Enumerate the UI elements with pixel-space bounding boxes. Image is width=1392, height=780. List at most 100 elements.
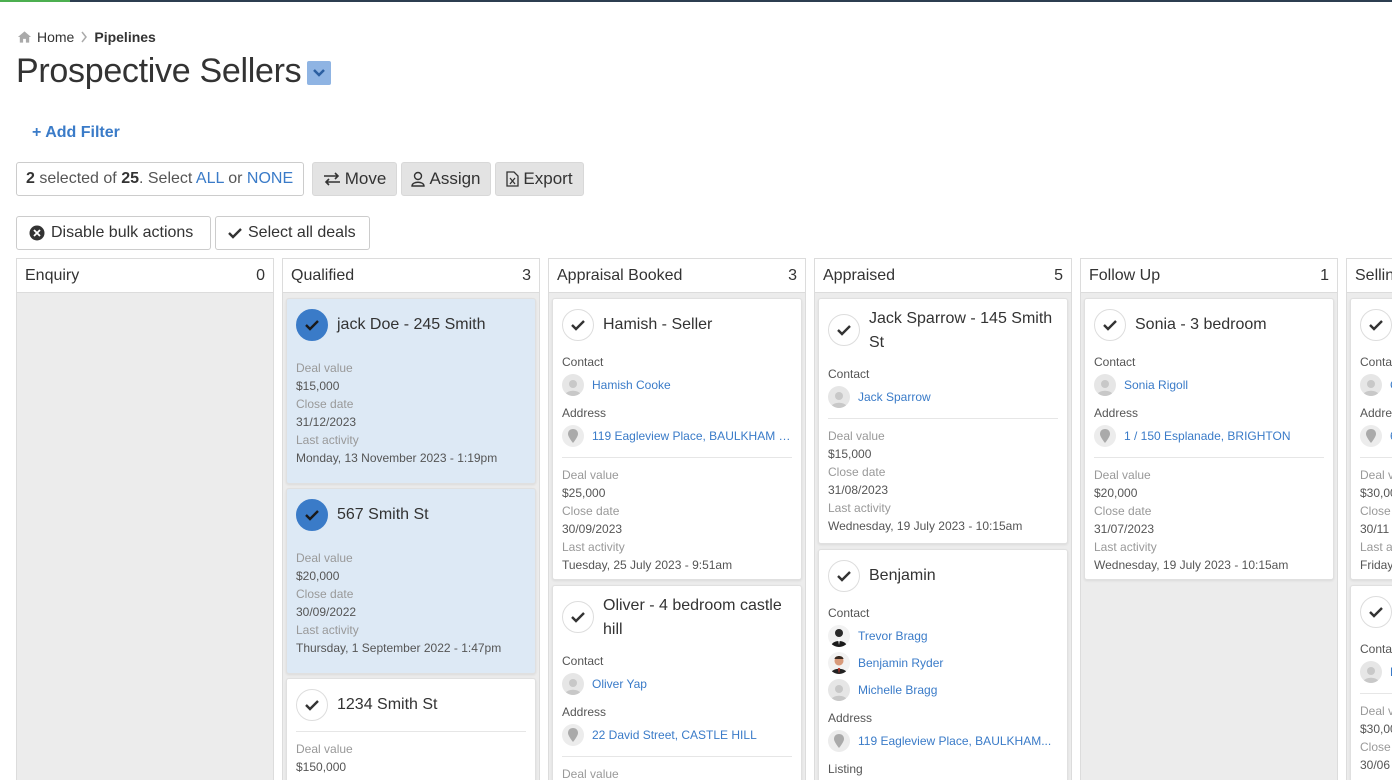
select-checkbox[interactable]	[828, 314, 860, 346]
deal-title[interactable]: 1234 Smith St	[337, 693, 438, 717]
address-text[interactable]: 119 Eagleview Place, BAULKHAM...	[858, 734, 1051, 748]
check-icon	[571, 320, 585, 331]
check-icon	[305, 320, 319, 331]
user-icon	[411, 171, 426, 187]
contact-name[interactable]: Benjamin Ryder	[858, 656, 943, 670]
home-icon[interactable]	[17, 30, 32, 44]
address-text[interactable]: 22 David Street, CASTLE HILL	[592, 728, 757, 742]
excel-file-icon	[506, 171, 520, 187]
contact-link[interactable]: Oliver Yap	[562, 670, 792, 697]
deal-card[interactable]: Sonia - 3 bedroom Contact Sonia Rigoll A…	[1084, 298, 1334, 580]
avatar-icon	[828, 624, 850, 647]
address-link[interactable]: 22 David Street, CASTLE HILL	[562, 721, 792, 748]
breadcrumb-current: Pipelines	[94, 29, 156, 45]
address-label: Address	[562, 406, 607, 420]
check-icon	[228, 228, 242, 239]
deal-title[interactable]: Sonia - 3 bedroom	[1135, 313, 1267, 337]
selection-text: selected of	[34, 170, 122, 187]
contact-link[interactable]: Benjamin Ryder	[828, 649, 1058, 676]
deal-title[interactable]: 567 Smith St	[337, 503, 429, 527]
deal-card[interactable]: 1234 Smith St Deal value $150,000	[286, 678, 536, 780]
contact-link[interactable]: E	[1360, 658, 1392, 685]
deal-value: $30,00	[1360, 486, 1392, 500]
address-link[interactable]: 6	[1360, 422, 1392, 449]
last-activity-label: Last a	[1360, 540, 1392, 554]
contact-link[interactable]: Jack Sparrow	[828, 383, 1058, 410]
assign-button[interactable]: Assign	[401, 162, 491, 196]
select-checkbox[interactable]	[296, 689, 328, 721]
select-none-link[interactable]: NONE	[247, 170, 293, 187]
contact-link[interactable]: C	[1360, 371, 1392, 398]
last-activity: Thursday, 1 September 2022 - 1:47pm	[296, 641, 502, 655]
close-date: 30/06	[1360, 758, 1391, 772]
deal-card[interactable]: Jack Sparrow - 145 Smith St Contact Jack…	[818, 298, 1068, 544]
selection-text: or	[223, 170, 247, 187]
address-link[interactable]: 119 Eagleview Place, BAULKHAM...	[828, 727, 1058, 754]
contact-name[interactable]: Michelle Bragg	[858, 683, 937, 697]
close-date-label: Close date	[828, 465, 886, 479]
contact-name[interactable]: Trevor Bragg	[858, 629, 928, 643]
contact-link[interactable]: Trevor Bragg	[828, 622, 1058, 649]
page-title: Prospective Sellers	[16, 52, 302, 90]
deal-card[interactable]: Conta E Deal v $30,00 Close 30/06	[1350, 585, 1392, 780]
contact-name[interactable]: Jack Sparrow	[858, 390, 931, 404]
selection-summary: 2 selected of 25. Select ALL or NONE	[16, 162, 304, 196]
deal-card[interactable]: Benjamin Contact Trevor Bragg Benjamin R…	[818, 549, 1068, 780]
select-all-deals-button[interactable]: Select all deals	[215, 216, 370, 250]
column-count: 5	[1054, 266, 1063, 284]
export-button[interactable]: Export	[495, 162, 584, 196]
address-link[interactable]: 119 Eagleview Place, BAULKHAM H...	[562, 422, 792, 449]
close-date-label: Close date	[562, 504, 620, 518]
add-filter-button[interactable]: + Add Filter	[32, 124, 120, 142]
close-date-label: Close	[1360, 740, 1391, 754]
select-checkbox[interactable]	[1360, 309, 1392, 341]
arrows-icon	[323, 172, 340, 186]
column-selling: Sellin Conta C Addre 6 Deal v $30,00 Clo…	[1346, 258, 1392, 780]
deal-value-label: Deal value	[1094, 468, 1151, 482]
contact-name[interactable]: Hamish Cooke	[592, 378, 671, 392]
select-checkbox[interactable]	[1094, 309, 1126, 341]
column-title: Appraised	[823, 266, 896, 284]
address-link[interactable]: 1 / 150 Esplanade, BRIGHTON	[1094, 422, 1324, 449]
pipeline-dropdown-button[interactable]	[307, 61, 331, 85]
contact-link[interactable]: Michelle Bragg	[828, 676, 1058, 703]
deal-title[interactable]: Hamish - Seller	[603, 313, 712, 337]
close-date-label: Close date	[1094, 504, 1152, 518]
divider	[1360, 693, 1392, 694]
select-checkbox[interactable]	[828, 560, 860, 592]
deal-title[interactable]: Oliver - 4 bedroom castle hill	[603, 594, 792, 642]
map-pin-icon	[1360, 424, 1382, 447]
address-text[interactable]: 119 Eagleview Place, BAULKHAM H...	[592, 429, 792, 443]
disable-bulk-actions-button[interactable]: Disable bulk actions	[16, 216, 211, 250]
select-all-link[interactable]: ALL	[196, 170, 224, 187]
map-pin-icon	[562, 424, 584, 447]
deal-title[interactable]: jack Doe - 245 Smith	[337, 313, 486, 337]
select-checkbox[interactable]	[562, 309, 594, 341]
deal-title[interactable]: Jack Sparrow - 145 Smith St	[869, 307, 1058, 355]
contact-name[interactable]: Sonia Rigoll	[1124, 378, 1188, 392]
avatar-icon	[828, 651, 850, 674]
contact-link[interactable]: Hamish Cooke	[562, 371, 792, 398]
select-checkbox[interactable]	[562, 601, 594, 633]
deal-card[interactable]: Hamish - Seller Contact Hamish Cooke Add…	[552, 298, 802, 580]
column-header: Enquiry 0	[17, 259, 273, 293]
deal-title[interactable]: Benjamin	[869, 564, 936, 588]
select-checkbox[interactable]	[296, 499, 328, 531]
column-count: 3	[788, 266, 797, 284]
deal-card[interactable]: Conta C Addre 6 Deal v $30,00 Close 30/1…	[1350, 298, 1392, 580]
select-checkbox[interactable]	[1360, 596, 1392, 628]
select-checkbox[interactable]	[296, 309, 328, 341]
deal-card[interactable]: Oliver - 4 bedroom castle hill Contact O…	[552, 585, 802, 780]
check-icon	[837, 571, 851, 582]
top-bar	[0, 0, 1392, 2]
breadcrumb-home[interactable]: Home	[37, 29, 74, 45]
contact-link[interactable]: Sonia Rigoll	[1094, 371, 1324, 398]
deal-card[interactable]: jack Doe - 245 Smith Deal value $15,000 …	[286, 298, 536, 484]
contact-name[interactable]: Oliver Yap	[592, 677, 647, 691]
deal-card[interactable]: 567 Smith St Deal value $20,000 Close da…	[286, 488, 536, 674]
avatar-icon	[1360, 660, 1382, 683]
address-text[interactable]: 1 / 150 Esplanade, BRIGHTON	[1124, 429, 1291, 443]
selected-count: 2	[26, 170, 35, 187]
move-button[interactable]: Move	[312, 162, 397, 196]
column-header: Qualified 3	[283, 259, 539, 293]
